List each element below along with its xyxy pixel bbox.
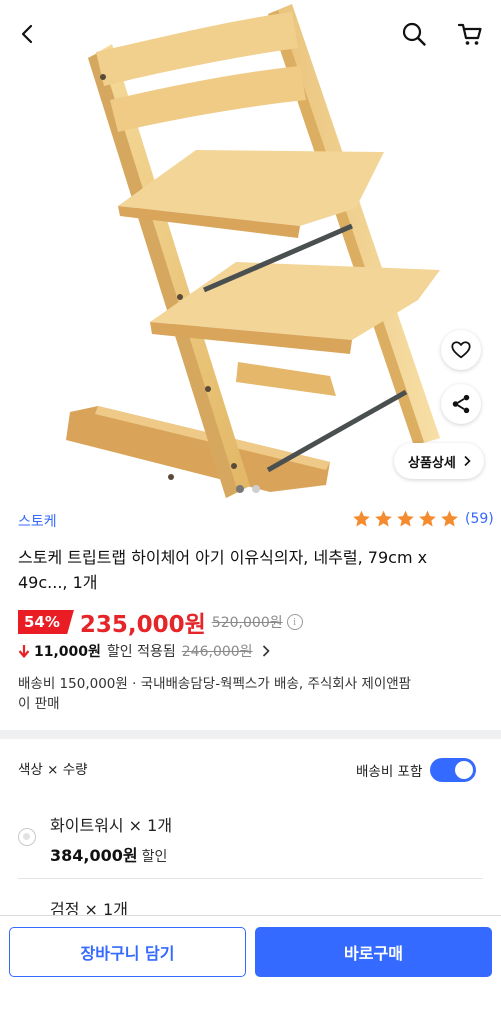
image-page-indicator [236, 485, 260, 493]
info-icon[interactable]: i [286, 614, 303, 630]
chevron-right-icon [262, 645, 270, 657]
sale-price: 235,000원 [79, 612, 206, 638]
search-button[interactable] [394, 14, 434, 54]
back-button[interactable] [8, 14, 48, 54]
option-price-tag: 할인 [141, 849, 168, 865]
discount-badge: 54% [18, 610, 74, 634]
buy-now-button[interactable]: 바로구매 [255, 927, 492, 977]
option-radio[interactable] [18, 828, 36, 846]
star-icon [397, 510, 414, 527]
original-price: 520,000원 [211, 615, 283, 631]
option-item[interactable]: 화이트워시 × 1개 384,000원 할인 [0, 806, 501, 878]
add-to-cart-button[interactable]: 장바구니 담기 [9, 927, 246, 977]
share-button[interactable] [441, 384, 481, 424]
coupon-amount: 11,000원 [34, 644, 101, 660]
product-detail-label: 상품상세 [408, 455, 456, 471]
rating-summary[interactable]: (59) [351, 509, 494, 529]
coupon-discount-row[interactable]: 11,000원 할인 적용됨 246,000원 [18, 640, 271, 662]
option-price: 384,000원 할인 [50, 842, 167, 866]
wishlist-button[interactable] [441, 330, 481, 370]
arrow-down-icon [18, 645, 30, 658]
product-title: 스토케 트립트랩 하이체어 아기 이유식의자, 네추럴, 79cm x 49c.… [18, 548, 428, 592]
star-icon [375, 510, 392, 527]
price-row: 54% 235,000원 520,000원 i [18, 608, 303, 638]
search-icon [402, 22, 426, 46]
section-divider [0, 730, 501, 739]
shipping-toggle-label: 배송비 포함 [356, 764, 423, 780]
star-icon [353, 510, 370, 527]
option-name: 화이트워시 × 1개 [50, 816, 173, 835]
shipping-toggle-group: 배송비 포함 [356, 758, 477, 782]
share-icon [452, 394, 470, 414]
coupon-text: 할인 적용됨 [106, 644, 176, 660]
product-detail-button[interactable]: 상품상세 [394, 443, 484, 479]
chevron-right-icon [464, 455, 471, 467]
shipping-info: 배송비 150,000원 · 국내배송담당-웍펙스가 배송, 주식회사 제이앤팜… [18, 676, 412, 712]
cart-button[interactable] [450, 14, 490, 54]
product-image [66, 4, 440, 498]
option-price-amount: 384,000원 [50, 846, 138, 865]
star-icon [419, 510, 436, 527]
heart-icon [451, 341, 471, 359]
brand-link[interactable]: 스토케 [18, 511, 57, 531]
page-dot-active [236, 485, 244, 493]
coupon-final-price: 246,000원 [181, 644, 253, 660]
star-icon [441, 510, 458, 527]
bottom-action-bar: 장바구니 담기 바로구매 [0, 915, 501, 1024]
page-dot [252, 485, 260, 493]
option-divider [18, 878, 483, 879]
shipping-include-toggle[interactable] [430, 758, 477, 782]
option-header-label: 색상 × 수량 [18, 762, 88, 778]
chevron-left-icon [21, 24, 33, 44]
review-count: (59) [465, 511, 494, 527]
cart-icon [457, 23, 482, 45]
toggle-knob [455, 761, 474, 779]
product-image-gallery[interactable]: 상품상세 [0, 0, 501, 498]
